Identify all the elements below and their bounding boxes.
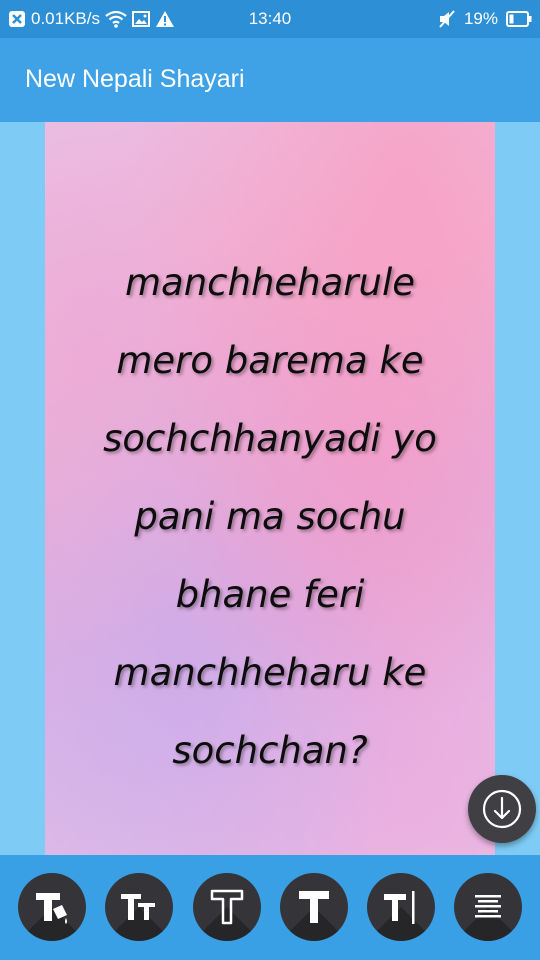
- text-cursor-icon: [384, 891, 415, 924]
- text-color-button[interactable]: [18, 873, 86, 941]
- battery-percent: 19%: [463, 9, 498, 28]
- text-size-button[interactable]: [105, 873, 173, 941]
- shayari-line: bhane feri: [175, 573, 365, 616]
- shayari-line: manchheharule: [124, 261, 415, 304]
- shayari-line: sochchan?: [172, 729, 368, 772]
- shayari-text: manchheharule mero barema ke sochchhanya…: [45, 244, 495, 790]
- align-justify-icon: [475, 895, 501, 918]
- text-outline-button[interactable]: [193, 873, 261, 941]
- download-button[interactable]: [468, 775, 536, 843]
- shayari-line: pani ma sochu: [134, 495, 406, 538]
- text-size-icon: [121, 894, 155, 920]
- app-bar: New Nepali Shayari: [0, 38, 540, 122]
- mute-icon: [438, 10, 456, 28]
- text-cursor-button[interactable]: [367, 873, 435, 941]
- text-outline-icon: [210, 889, 244, 925]
- text-bold-icon: [299, 891, 329, 923]
- shayari-line: mero barema ke: [116, 339, 424, 382]
- editor-toolbar: [0, 855, 540, 960]
- status-bar: 0.01KB/s 13:40 19%: [0, 0, 540, 38]
- text-bold-button[interactable]: [280, 873, 348, 941]
- download-arrow-icon: [480, 787, 524, 831]
- shayari-card[interactable]: manchheharule mero barema ke sochchhanya…: [45, 122, 495, 855]
- shayari-line: sochchhanyadi yo: [103, 417, 437, 460]
- text-align-button[interactable]: [454, 873, 522, 941]
- app-title: New Nepali Shayari: [25, 65, 245, 93]
- text-color-icon: [36, 893, 67, 924]
- shayari-line: manchheharu ke: [113, 651, 427, 694]
- status-right: 19%: [438, 9, 532, 29]
- battery-icon: [506, 11, 532, 27]
- content-area: manchheharule mero barema ke sochchhanya…: [0, 122, 540, 855]
